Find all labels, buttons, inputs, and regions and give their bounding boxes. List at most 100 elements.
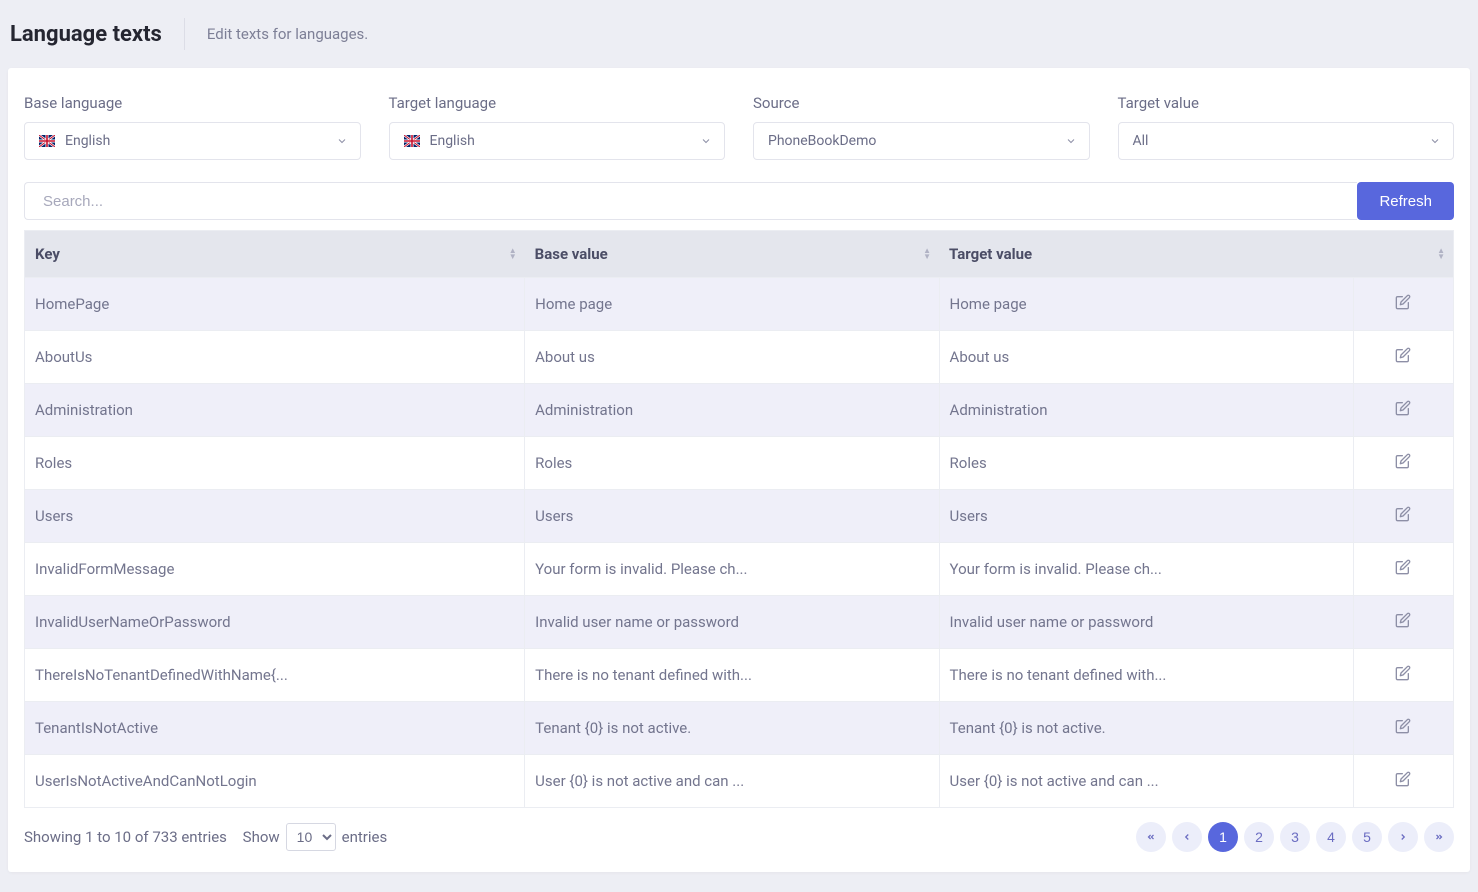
search-input[interactable] [24,182,1357,220]
page-first-button[interactable] [1136,822,1166,852]
cell-key: Administration [25,384,525,437]
edit-icon[interactable] [1395,294,1411,310]
source-select[interactable]: PhoneBookDemo [753,122,1090,160]
chevron-down-icon [1065,135,1077,147]
table-row: InvalidFormMessageYour form is invalid. … [25,543,1454,596]
edit-icon[interactable] [1395,559,1411,575]
target-language-value: English [430,133,475,149]
filters-row: Base language English Target language En… [24,94,1454,160]
footer-info: Showing 1 to 10 of 733 entries Show 10 e… [24,823,387,851]
cell-base: Your form is invalid. Please ch... [525,543,939,596]
cell-base: User {0} is not active and can ... [525,755,939,808]
table-row: RolesRolesRoles [25,437,1454,490]
page-size-select[interactable]: 10 [286,823,336,851]
page-title: Language texts [10,22,184,47]
base-language-select[interactable]: English [24,122,361,160]
showing-text: Showing 1 to 10 of 733 entries [24,828,227,846]
show-label: Show [243,828,280,846]
sort-icon: ▲▼ [509,248,517,260]
edit-icon[interactable] [1395,612,1411,628]
table-row: ThereIsNoTenantDefinedWithName{...There … [25,649,1454,702]
page-header: Language texts Edit texts for languages. [0,0,1478,68]
edit-icon[interactable] [1395,718,1411,734]
source-filter: Source PhoneBookDemo [753,94,1090,160]
cell-action [1353,437,1453,490]
cell-action [1353,384,1453,437]
cell-key: HomePage [25,278,525,331]
table-row: AdministrationAdministrationAdministrati… [25,384,1454,437]
cell-target: About us [939,331,1353,384]
edit-icon[interactable] [1395,453,1411,469]
target-language-select[interactable]: English [389,122,726,160]
cell-key: Roles [25,437,525,490]
cell-target: Tenant {0} is not active. [939,702,1353,755]
col-header-target[interactable]: Target value▲▼ [939,231,1453,278]
table-row: AboutUsAbout usAbout us [25,331,1454,384]
page-5-button[interactable]: 5 [1352,822,1382,852]
cell-base: Home page [525,278,939,331]
chevron-down-icon [700,135,712,147]
table-row: HomePageHome pageHome page [25,278,1454,331]
base-language-value: English [65,133,110,149]
texts-table: Key▲▼ Base value▲▼ Target value▲▼ HomePa… [24,230,1454,808]
page-3-button[interactable]: 3 [1280,822,1310,852]
table-row: UserIsNotActiveAndCanNotLoginUser {0} is… [25,755,1454,808]
cell-target: Administration [939,384,1353,437]
target-language-label: Target language [389,94,726,112]
base-language-label: Base language [24,94,361,112]
table-row: TenantIsNotActive Tenant {0} is not activ… [25,702,1454,755]
edit-icon[interactable] [1395,665,1411,681]
target-value-select[interactable]: All [1118,122,1455,160]
chevron-down-icon [1429,135,1441,147]
cell-action [1353,755,1453,808]
pagination: 12345 [1136,822,1454,852]
table-footer: Showing 1 to 10 of 733 entries Show 10 e… [24,822,1454,852]
edit-icon[interactable] [1395,506,1411,522]
cell-action [1353,702,1453,755]
cell-target: Users [939,490,1353,543]
cell-action [1353,331,1453,384]
edit-icon[interactable] [1395,771,1411,787]
cell-base: Administration [525,384,939,437]
page-4-button[interactable]: 4 [1316,822,1346,852]
cell-key: InvalidFormMessage [25,543,525,596]
cell-target: Invalid user name or password [939,596,1353,649]
cell-key: TenantIsNotActive [25,702,525,755]
page-last-button[interactable] [1424,822,1454,852]
page-2-button[interactable]: 2 [1244,822,1274,852]
cell-base: About us [525,331,939,384]
cell-key: UserIsNotActiveAndCanNotLogin [25,755,525,808]
cell-target: Home page [939,278,1353,331]
search-row: Refresh [24,182,1454,220]
edit-icon[interactable] [1395,400,1411,416]
search-input-wrap [24,182,1357,220]
cell-action [1353,649,1453,702]
uk-flag-icon [404,135,420,147]
source-value: PhoneBookDemo [768,133,876,149]
cell-key: Users [25,490,525,543]
col-header-key[interactable]: Key▲▼ [25,231,525,278]
uk-flag-icon [39,135,55,147]
refresh-button[interactable]: Refresh [1357,182,1454,220]
cell-action [1353,490,1453,543]
card: Base language English Target language En… [8,68,1470,872]
sort-icon: ▲▼ [1437,248,1445,260]
col-header-base[interactable]: Base value▲▼ [525,231,939,278]
cell-action [1353,543,1453,596]
cell-base: Roles [525,437,939,490]
divider [184,18,185,50]
cell-target: Your form is invalid. Please ch... [939,543,1353,596]
cell-target: User {0} is not active and can ... [939,755,1353,808]
page-prev-button[interactable] [1172,822,1202,852]
target-value-value: All [1133,133,1149,149]
entries-label: entries [342,828,388,846]
page-next-button[interactable] [1388,822,1418,852]
cell-base: Invalid user name or password [525,596,939,649]
page-1-button[interactable]: 1 [1208,822,1238,852]
table-row: InvalidUserNameOrPasswordInvalid user na… [25,596,1454,649]
edit-icon[interactable] [1395,347,1411,363]
target-language-filter: Target language English [389,94,726,160]
table-row: UsersUsersUsers [25,490,1454,543]
sort-icon: ▲▼ [923,248,931,260]
cell-key: AboutUs [25,331,525,384]
